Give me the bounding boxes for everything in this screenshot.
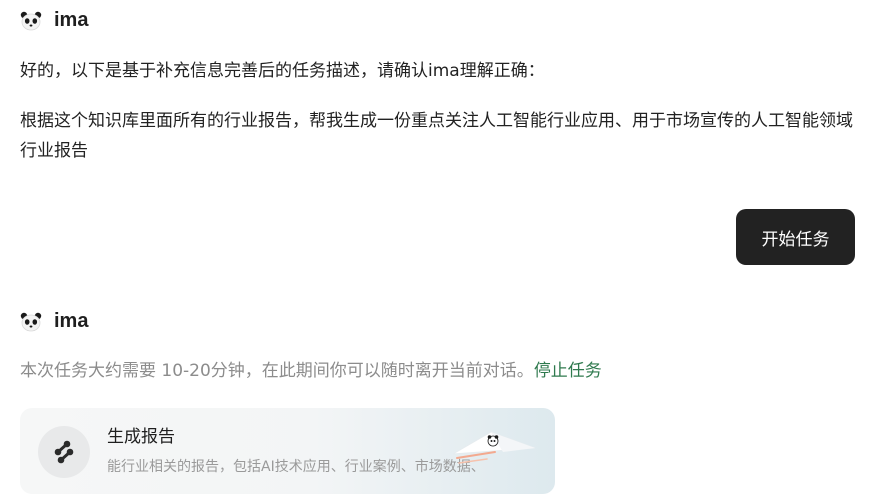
panda-icon [20,9,42,32]
sender-name: ima [54,9,89,31]
report-generate-icon [38,426,90,478]
message-sender-1: ima [20,9,88,32]
sender-name: ima [54,310,89,332]
stop-task-link[interactable]: 停止任务 [534,361,602,381]
task-duration-text: 本次任务大约需要 10-20分钟，在此期间你可以随时离开当前对话。 [20,361,534,381]
task-description-text: 根据这个知识库里面所有的行业报告，帮我生成一份重点关注人工智能行业应用、用于市场… [20,111,853,161]
task-status-line: 本次任务大约需要 10-20分钟，在此期间你可以随时离开当前对话。停止任务 [20,356,602,386]
message-sender-2: ima [20,310,88,333]
confirmation-intro-text: 好的，以下是基于补充信息完善后的任务描述，请确认ima理解正确： [20,61,545,81]
panda-icon [20,310,42,333]
paper-plane-panda-icon [452,431,536,464]
card-title: 生成报告 [107,427,175,447]
start-task-button[interactable]: 开始任务 [736,209,855,265]
generate-report-card[interactable]: 生成报告 能行业相关的报告，包括AI技术应用、行业案例、市场数据、 [20,408,555,494]
card-description: 能行业相关的报告，包括AI技术应用、行业案例、市场数据、 [107,459,485,475]
